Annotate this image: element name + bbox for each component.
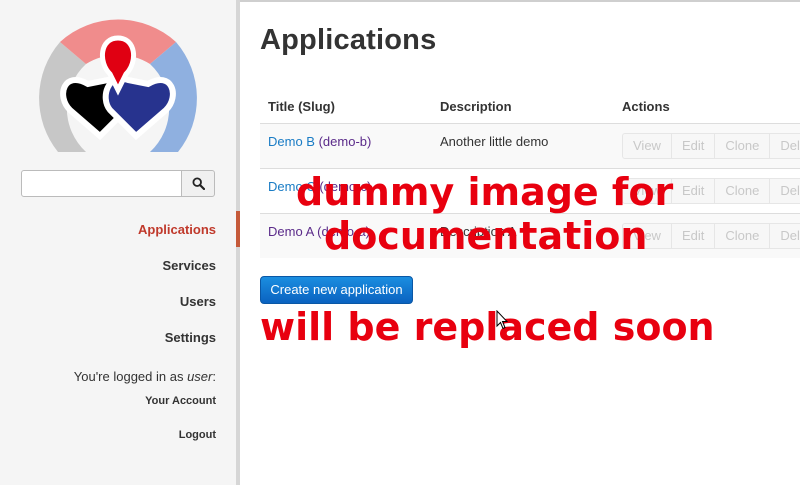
active-nav-indicator <box>236 211 240 247</box>
delete-button[interactable]: Delete <box>770 178 800 204</box>
header-description: Description <box>440 99 512 114</box>
nav-applications[interactable]: Applications <box>138 222 216 237</box>
header-actions: Actions <box>622 99 670 114</box>
your-account-link[interactable]: Your Account <box>145 395 216 407</box>
app-title-link[interactable]: Demo B <box>268 134 315 149</box>
row-actions: View Edit Clone Delete <box>622 223 800 249</box>
search-button[interactable] <box>181 170 215 197</box>
clone-button[interactable]: Clone <box>715 223 771 249</box>
login-suffix: : <box>212 369 216 384</box>
logout-link[interactable]: Logout <box>179 429 216 441</box>
overlay-text-line2: documentation <box>324 214 648 258</box>
create-application-button[interactable]: Create new application <box>260 276 413 304</box>
nav-users[interactable]: Users <box>180 294 216 309</box>
view-button[interactable]: View <box>622 133 672 159</box>
search-input[interactable] <box>21 170 183 197</box>
nav-settings[interactable]: Settings <box>165 330 216 345</box>
header-title-slug: Title (Slug) <box>268 99 335 114</box>
sidebar: Applications Services Users Settings You… <box>0 0 236 485</box>
search-form <box>21 170 215 197</box>
edit-button[interactable]: Edit <box>671 133 716 159</box>
app-title-cell: Demo B (demo-b) <box>268 134 371 149</box>
mouse-cursor-icon <box>496 310 508 330</box>
delete-button[interactable]: Delete <box>770 133 800 159</box>
magnifier-icon <box>191 177 205 190</box>
login-status: You're logged in as user: <box>74 369 216 384</box>
clone-button[interactable]: Clone <box>715 178 771 204</box>
overlay-text-line3: will be replaced soon <box>260 305 715 349</box>
login-user: user <box>187 369 213 384</box>
table-row: Demo B (demo-b) Another little demo View… <box>260 123 800 168</box>
page-title: Applications <box>260 24 437 56</box>
edit-button[interactable]: Edit <box>671 178 716 204</box>
edit-button[interactable]: Edit <box>671 223 716 249</box>
app-description: Another little demo <box>440 134 549 149</box>
nav-services[interactable]: Services <box>163 258 217 273</box>
app-title-link[interactable]: Demo A <box>268 224 314 239</box>
app-slug: (demo-b) <box>318 134 372 149</box>
clone-button[interactable]: Clone <box>715 133 771 159</box>
login-prefix: You're logged in as <box>73 369 188 384</box>
row-actions: View Edit Clone Delete <box>622 133 800 159</box>
overlay-text-line1: dummy image for <box>296 170 674 214</box>
app-logo <box>39 19 197 152</box>
delete-button[interactable]: Delete <box>770 223 800 249</box>
